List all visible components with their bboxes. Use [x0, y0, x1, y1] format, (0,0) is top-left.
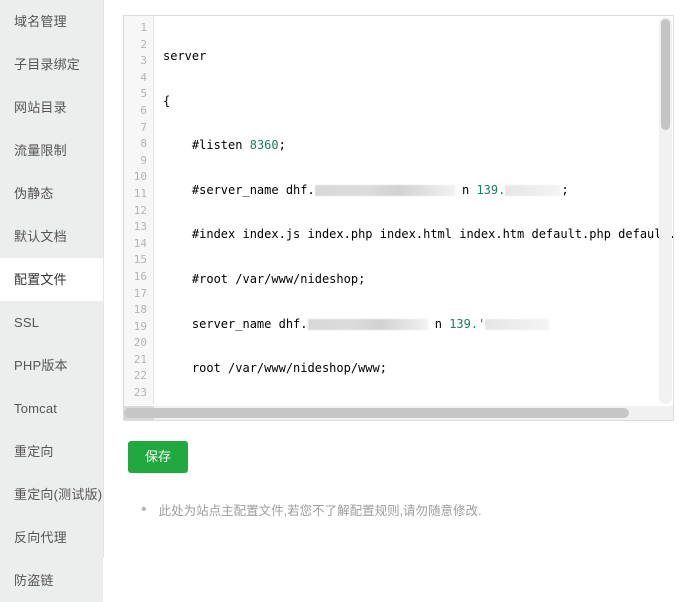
sidebar-item-redirect-beta[interactable]: 重定向(测试版) — [0, 473, 103, 516]
line-number: 17 — [124, 286, 153, 303]
code-token: server_name dhf. — [192, 317, 308, 331]
sidebar-item-domain-management[interactable]: 域名管理 — [0, 0, 103, 43]
config-file-page: 域名管理 子目录绑定 网站目录 流量限制 伪静态 默认文档 配置文件 SSL P… — [0, 0, 693, 558]
sidebar-item-label: PHP版本 — [14, 358, 68, 373]
sidebar-item-label: 流量限制 — [14, 143, 67, 158]
sidebar-item-subdirectory-binding[interactable]: 子目录绑定 — [0, 43, 103, 86]
code-token: { — [163, 94, 170, 108]
code-token: #root /var/www/nideshop; — [192, 272, 365, 286]
sidebar-item-site-directory[interactable]: 网站目录 — [0, 86, 103, 129]
editor-horizontal-scrollbar[interactable] — [124, 406, 673, 420]
redacted-domain — [315, 185, 455, 196]
code-line-8: root /var/www/nideshop/www; — [163, 360, 673, 377]
sidebar-item-php-version[interactable]: PHP版本 — [0, 344, 103, 387]
code-line-4: #server_name dhf. n 139.; — [163, 182, 673, 199]
line-number: 18 — [124, 302, 153, 319]
sidebar-item-label: 网站目录 — [14, 100, 67, 115]
code-token-ip: 139. — [476, 183, 505, 197]
sidebar-item-label: 防盗链 — [14, 573, 54, 588]
line-number: 16 — [124, 269, 153, 286]
sidebar-item-traffic-limit[interactable]: 流量限制 — [0, 129, 103, 172]
line-number-gutter: 1 2 3 4 5 6 7 8 9 10 11 12 13 14 15 16 1 — [124, 16, 154, 405]
sidebar-item-label: 重定向(测试版) — [14, 487, 102, 502]
save-button[interactable]: 保存 — [128, 441, 188, 473]
help-note-text: 此处为站点主配置文件,若您不了解配置规则,请勿随意修改. — [159, 503, 482, 519]
sidebar-item-redirect[interactable]: 重定向 — [0, 430, 103, 473]
line-number: 5 — [124, 86, 153, 103]
sidebar-item-anti-leech[interactable]: 防盗链 — [0, 559, 103, 602]
redacted-domain — [308, 319, 428, 330]
line-number: 22 — [124, 368, 153, 385]
code-text-area[interactable]: server { #listen 8360; #server_name dhf.… — [154, 16, 673, 405]
editor-horizontal-scrollbar-thumb[interactable] — [124, 408, 629, 418]
sidebar-item-default-document[interactable]: 默认文档 — [0, 215, 103, 258]
sidebar-item-label: 子目录绑定 — [14, 57, 80, 72]
line-number: 9 — [124, 153, 153, 170]
redacted-ip — [505, 185, 561, 196]
editor-vertical-scrollbar[interactable] — [659, 17, 672, 404]
sidebar-item-ssl[interactable]: SSL — [0, 301, 103, 344]
help-note: • 此处为站点主配置文件,若您不了解配置规则,请勿随意修改. — [141, 503, 685, 519]
code-line-5: #index index.js index.php index.html ind… — [163, 226, 673, 243]
config-code-editor[interactable]: 1 2 3 4 5 6 7 8 9 10 11 12 13 14 15 16 1 — [123, 15, 674, 421]
line-number: 23 — [124, 385, 153, 402]
line-number: 1 — [124, 20, 153, 37]
sidebar-nav: 域名管理 子目录绑定 网站目录 流量限制 伪静态 默认文档 配置文件 SSL P… — [0, 0, 104, 558]
editor-vertical-scrollbar-thumb[interactable] — [661, 19, 670, 130]
sidebar-item-config-file[interactable]: 配置文件 — [0, 258, 103, 301]
sidebar-item-reverse-proxy[interactable]: 反向代理 — [0, 516, 103, 559]
code-token: #index index.js index.php index.html ind… — [192, 227, 673, 241]
line-number: 19 — [124, 319, 153, 336]
line-number: 7 — [124, 120, 153, 137]
line-number: 21 — [124, 352, 153, 369]
code-token-ip: 139.' — [449, 317, 485, 331]
line-number: 24 — [124, 402, 153, 405]
line-number: 20 — [124, 335, 153, 352]
sidebar-item-pseudo-static[interactable]: 伪静态 — [0, 172, 103, 215]
code-token: n — [435, 317, 442, 331]
line-number: 14 — [124, 236, 153, 253]
code-line-3: #listen 8360; — [163, 137, 673, 154]
sidebar-item-label: Tomcat — [14, 401, 57, 416]
line-number: 13 — [124, 219, 153, 236]
line-number: 10 — [124, 169, 153, 186]
code-line-6: #root /var/www/nideshop; — [163, 271, 673, 288]
code-token: #server_name dhf. — [192, 183, 315, 197]
line-number: 8 — [124, 136, 153, 153]
line-number: 4 — [124, 70, 153, 87]
code-token: server — [163, 49, 206, 63]
code-token: #listen — [192, 138, 243, 152]
code-token-number: 8360 — [250, 138, 279, 152]
line-number: 6 — [124, 103, 153, 120]
code-line-1: server — [163, 48, 673, 65]
sidebar-item-label: 配置文件 — [14, 272, 67, 287]
sidebar-item-label: SSL — [14, 315, 39, 330]
redacted-ip — [485, 319, 549, 330]
code-token: ; — [561, 183, 568, 197]
sidebar-item-tomcat[interactable]: Tomcat — [0, 387, 103, 430]
bullet-icon: • — [141, 503, 147, 517]
sidebar-item-label: 默认文档 — [14, 229, 67, 244]
line-number: 12 — [124, 203, 153, 220]
sidebar-item-label: 反向代理 — [14, 530, 67, 545]
sidebar-item-label: 伪静态 — [14, 186, 54, 201]
save-row: 保存 — [128, 441, 685, 473]
main-content: 1 2 3 4 5 6 7 8 9 10 11 12 13 14 15 16 1 — [104, 0, 693, 558]
line-number: 15 — [124, 252, 153, 269]
sidebar-item-label: 重定向 — [14, 444, 54, 459]
code-line-7: server_name dhf. n 139.' — [163, 316, 673, 333]
sidebar-item-label: 域名管理 — [14, 14, 67, 29]
code-line-2: { — [163, 93, 673, 110]
line-number: 3 — [124, 53, 153, 70]
line-number: 11 — [124, 186, 153, 203]
line-number: 2 — [124, 37, 153, 54]
editor-viewport: 1 2 3 4 5 6 7 8 9 10 11 12 13 14 15 16 1 — [124, 16, 673, 405]
code-token: root /var/www/nideshop/www; — [192, 361, 387, 375]
code-token: n — [462, 183, 469, 197]
